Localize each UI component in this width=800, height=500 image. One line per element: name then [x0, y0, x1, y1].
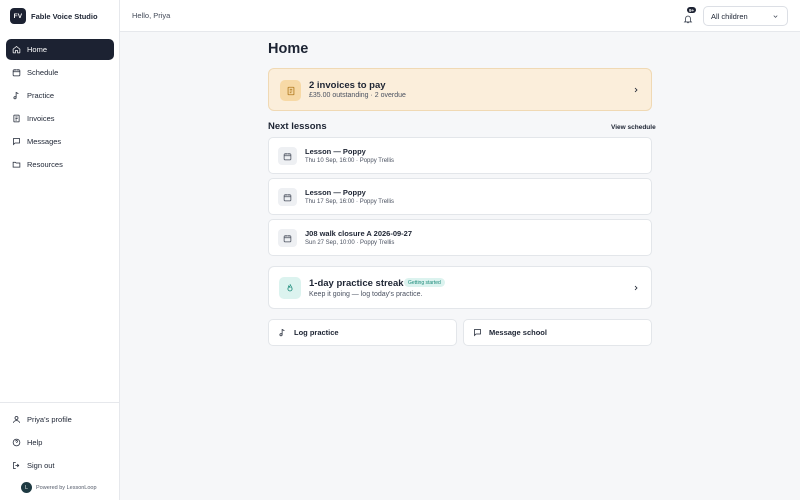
- sidebar-item-home[interactable]: Home: [6, 39, 114, 60]
- sidebar-item-resources[interactable]: Resources: [6, 154, 114, 175]
- lesson-title: Lesson — Poppy: [305, 188, 366, 197]
- help-icon: [12, 438, 21, 447]
- invoices-title: 2 invoices to pay: [309, 80, 386, 91]
- chevron-right-icon: [634, 285, 638, 291]
- sidebar-item-label: Practice: [27, 91, 55, 100]
- lesson-title: Lesson — Poppy: [305, 147, 366, 156]
- sidebar-item-practice[interactable]: Practice: [6, 85, 114, 106]
- child-selector[interactable]: All children: [703, 6, 788, 26]
- message-icon: [13, 138, 20, 146]
- streak-badge: Getting started: [404, 278, 445, 287]
- main-nav: Home Schedule Practice Invoices Messages…: [6, 39, 114, 177]
- calendar-icon: [278, 188, 297, 206]
- sign-out-icon: [13, 462, 20, 469]
- calendar-icon: [278, 229, 297, 247]
- sidebar-item-label: Schedule: [27, 68, 59, 77]
- brand-logo: FV: [10, 8, 26, 24]
- bell-icon: [683, 15, 693, 24]
- user-icon: [13, 416, 20, 423]
- powered-by[interactable]: L Powered by LessonLoop: [21, 482, 97, 493]
- sidebar-item-schedule[interactable]: Schedule: [6, 62, 114, 83]
- receipt-icon: [13, 114, 20, 123]
- view-schedule-link[interactable]: View schedule: [611, 124, 656, 131]
- topbar: Hello, Priya 9+ All children: [120, 0, 800, 32]
- streak-title: 1-day practice streak: [309, 278, 404, 289]
- message-school-button[interactable]: Message school: [463, 319, 652, 346]
- child-selector-value: All children: [711, 11, 748, 21]
- sidebar-item-label: Resources: [27, 160, 63, 169]
- lesson-card[interactable]: J08 walk closure A 2026-09-27 Sun 27 Sep…: [268, 219, 652, 256]
- sidebar-item-label: Home: [27, 45, 48, 54]
- home-icon: [12, 46, 21, 54]
- invoices-card[interactable]: 2 invoices to pay £35.00 outstanding · 2…: [268, 68, 652, 111]
- sidebar-item-label: Priya's profile: [27, 415, 72, 424]
- brand[interactable]: FV Fable Voice Studio: [10, 7, 98, 25]
- practice-streak-card[interactable]: 1-day practice streak Keep it going — lo…: [268, 266, 652, 309]
- next-lessons-title: Next lessons: [268, 121, 327, 132]
- sidebar-item-messages[interactable]: Messages: [6, 131, 114, 152]
- lesson-meta: Thu 10 Sep, 16:00 · Poppy Trellis: [305, 158, 395, 164]
- receipt-icon: [280, 80, 301, 101]
- sidebar-item-label: Invoices: [27, 114, 55, 123]
- notifications-button[interactable]: 9+: [683, 7, 697, 24]
- lesson-card[interactable]: Lesson — Poppy Thu 17 Sep, 16:00 · Poppy…: [268, 178, 652, 215]
- chevron-right-icon: [634, 87, 638, 93]
- lesson-card[interactable]: Lesson — Poppy Thu 10 Sep, 16:00 · Poppy…: [268, 137, 652, 174]
- calendar-icon: [12, 69, 21, 77]
- sidebar-item-help[interactable]: Help: [6, 432, 114, 453]
- sidebar-item-invoices[interactable]: Invoices: [6, 108, 114, 129]
- log-practice-label: Log practice: [294, 328, 339, 337]
- music-note-icon: [13, 91, 19, 100]
- folder-icon: [12, 161, 21, 168]
- lesson-meta: Thu 17 Sep, 16:00 · Poppy Trellis: [305, 199, 395, 205]
- invoices-subtitle: £35.00 outstanding · 2 overdue: [309, 92, 406, 99]
- sidebar-item-profile[interactable]: Priya's profile: [6, 409, 114, 430]
- greeting: Hello, Priya: [132, 11, 171, 20]
- lesson-meta: Sun 27 Sep, 10:00 · Poppy Trellis: [305, 240, 395, 246]
- powered-by-text: Powered by LessonLoop: [36, 484, 97, 491]
- sidebar: FV Fable Voice Studio Home Schedule Prac…: [0, 0, 120, 500]
- sidebar-item-label: Messages: [27, 137, 62, 146]
- sidebar-item-label: Help: [27, 438, 43, 447]
- sidebar-footer: Priya's profile Help Sign out: [0, 402, 120, 478]
- lesson-title: J08 walk closure A 2026-09-27: [305, 229, 413, 238]
- music-note-icon: [279, 328, 285, 337]
- notification-badge: 9+: [687, 7, 697, 13]
- lessonloop-logo: L: [21, 482, 32, 493]
- sidebar-item-sign-out[interactable]: Sign out: [6, 455, 114, 476]
- log-practice-button[interactable]: Log practice: [268, 319, 457, 346]
- chevron-down-icon: [773, 14, 778, 18]
- brand-name: Fable Voice Studio: [31, 11, 98, 21]
- page-title: Home: [268, 41, 309, 57]
- message-icon: [474, 329, 481, 337]
- sidebar-item-label: Sign out: [27, 461, 55, 470]
- calendar-icon: [278, 147, 297, 165]
- streak-subtitle: Keep it going — log today's practice.: [309, 291, 423, 298]
- flame-icon: [279, 277, 301, 299]
- message-school-label: Message school: [489, 328, 547, 337]
